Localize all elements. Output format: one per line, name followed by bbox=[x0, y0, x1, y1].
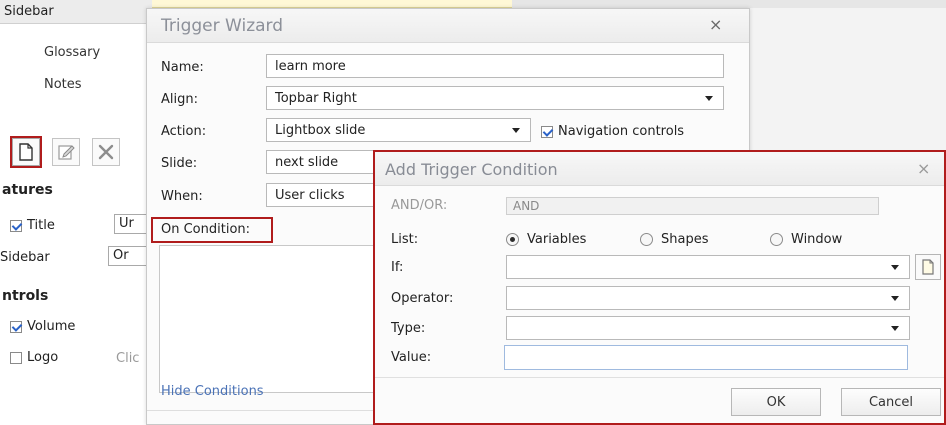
wizard-close-icon[interactable]: × bbox=[709, 15, 722, 34]
when-select-value: User clicks bbox=[275, 187, 345, 203]
left-properties-panel: Sidebar Glossary Notes atures Title Ur S… bbox=[0, 0, 154, 425]
radio-window[interactable] bbox=[770, 233, 783, 246]
volume-checkbox-row[interactable]: Volume bbox=[10, 319, 75, 334]
top-strip bbox=[152, 0, 512, 8]
notes-link[interactable]: Notes bbox=[44, 77, 82, 92]
title-checkbox-row[interactable]: Title bbox=[10, 218, 55, 233]
andor-select-value: AND bbox=[513, 199, 540, 213]
controls-section-title: ntrols bbox=[2, 288, 49, 304]
radio-variables-option[interactable]: Variables bbox=[506, 232, 586, 247]
ok-button[interactable]: OK bbox=[731, 388, 821, 416]
wizard-title-bar: Trigger Wizard × bbox=[147, 9, 749, 43]
type-label: Type: bbox=[391, 321, 426, 336]
operator-label: Operator: bbox=[391, 291, 454, 306]
list-label: List: bbox=[391, 232, 419, 247]
on-condition-label-box: On Condition: bbox=[151, 217, 273, 243]
dialog-footer-divider bbox=[375, 377, 944, 378]
volume-checkbox-label: Volume bbox=[27, 319, 76, 334]
type-select[interactable] bbox=[506, 316, 910, 340]
top-grey-strip bbox=[512, 0, 946, 8]
logo-checkbox-label: Logo bbox=[27, 350, 59, 365]
new-page-icon bbox=[19, 143, 33, 161]
delete-x-icon bbox=[98, 144, 114, 160]
on-condition-label: On Condition: bbox=[161, 222, 251, 237]
new-variable-button[interactable] bbox=[915, 254, 941, 280]
name-input[interactable]: learn more bbox=[266, 54, 724, 78]
align-select[interactable]: Topbar Right bbox=[266, 86, 724, 110]
name-input-value: learn more bbox=[275, 58, 346, 74]
when-select[interactable]: User clicks bbox=[266, 183, 376, 207]
radio-variables[interactable] bbox=[506, 233, 519, 246]
action-select[interactable]: Lightbox slide bbox=[266, 118, 531, 142]
condition-dialog-title: Add Trigger Condition bbox=[385, 160, 558, 179]
chevron-down-icon bbox=[891, 296, 899, 301]
glossary-link[interactable]: Glossary bbox=[44, 45, 100, 60]
radio-shapes[interactable] bbox=[640, 233, 653, 246]
chevron-down-icon bbox=[512, 128, 520, 133]
condition-close-icon[interactable]: × bbox=[917, 159, 930, 178]
radio-window-option[interactable]: Window bbox=[770, 232, 842, 247]
logo-checkbox-row[interactable]: Logo bbox=[10, 350, 58, 365]
wizard-footer-divider bbox=[147, 410, 373, 411]
value-label: Value: bbox=[391, 350, 432, 365]
logo-click-hint: Clic bbox=[116, 351, 140, 366]
hide-conditions-link[interactable]: Hide Conditions bbox=[161, 384, 264, 399]
if-label: If: bbox=[391, 260, 404, 275]
value-input[interactable] bbox=[504, 345, 908, 370]
slide-select-value: next slide bbox=[275, 154, 339, 170]
cancel-button[interactable]: Cancel bbox=[841, 388, 941, 416]
sidebar-setting-label: Sidebar bbox=[0, 250, 50, 265]
features-section-title: atures bbox=[2, 182, 53, 198]
slide-label: Slide: bbox=[161, 156, 198, 171]
edit-trigger-button[interactable] bbox=[52, 138, 80, 166]
if-select[interactable] bbox=[506, 255, 910, 279]
action-select-value: Lightbox slide bbox=[275, 122, 366, 138]
logo-checkbox[interactable] bbox=[10, 351, 22, 364]
edit-icon bbox=[58, 145, 75, 160]
radio-shapes-label: Shapes bbox=[661, 232, 709, 247]
title-checkbox-label: Title bbox=[27, 218, 55, 233]
new-page-icon bbox=[922, 259, 934, 275]
andor-select[interactable]: AND bbox=[506, 197, 879, 215]
sidebar-header-label: Sidebar bbox=[4, 4, 54, 19]
navigation-controls-label: Navigation controls bbox=[558, 124, 685, 139]
conditions-list-area[interactable] bbox=[159, 245, 381, 393]
navigation-controls-row[interactable]: Navigation controls bbox=[541, 124, 684, 139]
chevron-down-icon bbox=[705, 96, 713, 101]
radio-shapes-option[interactable]: Shapes bbox=[640, 232, 708, 247]
title-field-value: Ur bbox=[119, 216, 134, 231]
radio-window-label: Window bbox=[791, 232, 843, 247]
condition-title-bar: Add Trigger Condition × bbox=[375, 152, 944, 186]
navigation-controls-checkbox[interactable] bbox=[541, 125, 553, 138]
slide-select[interactable]: next slide bbox=[266, 150, 376, 174]
chevron-down-icon bbox=[891, 326, 899, 331]
volume-checkbox[interactable] bbox=[10, 320, 22, 333]
name-label: Name: bbox=[161, 60, 204, 75]
align-label: Align: bbox=[161, 92, 198, 107]
radio-variables-label: Variables bbox=[527, 232, 587, 247]
action-label: Action: bbox=[161, 124, 207, 139]
new-trigger-button[interactable] bbox=[10, 136, 42, 168]
align-select-value: Topbar Right bbox=[275, 90, 357, 106]
wizard-title: Trigger Wizard bbox=[161, 16, 284, 36]
title-checkbox[interactable] bbox=[10, 219, 22, 232]
operator-select[interactable] bbox=[506, 286, 910, 310]
cancel-button-label: Cancel bbox=[868, 394, 914, 410]
chevron-down-icon bbox=[891, 265, 899, 270]
add-trigger-condition-dialog: Add Trigger Condition × AND/OR: AND List… bbox=[373, 150, 946, 425]
delete-trigger-button[interactable] bbox=[92, 138, 120, 166]
when-label: When: bbox=[161, 189, 203, 204]
ok-button-label: OK bbox=[766, 394, 786, 410]
sidebar-field-value: Or bbox=[113, 248, 129, 263]
andor-label: AND/OR: bbox=[391, 198, 448, 213]
sidebar-header: Sidebar bbox=[0, 0, 152, 24]
